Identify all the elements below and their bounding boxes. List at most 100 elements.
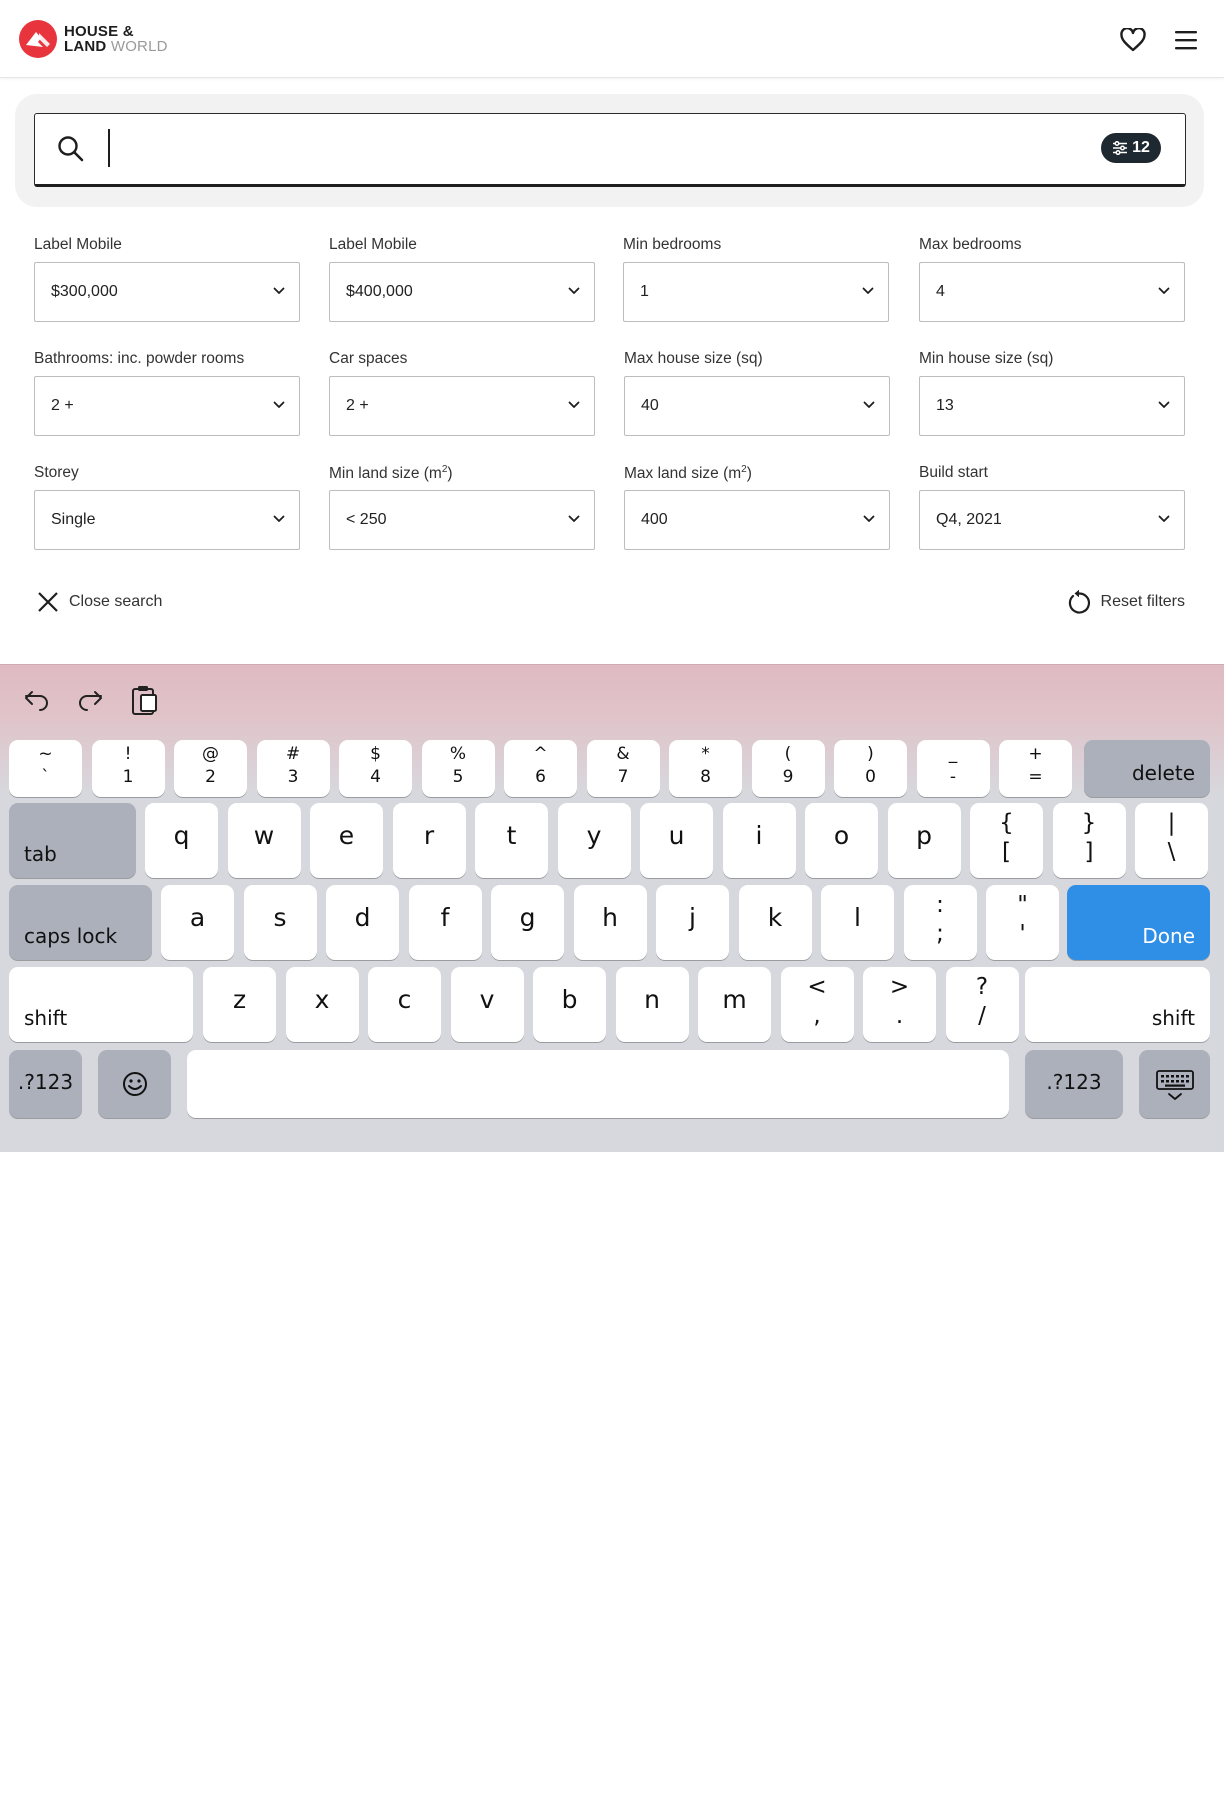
- key-g[interactable]: g: [491, 885, 564, 960]
- key-z[interactable]: z: [203, 967, 276, 1042]
- key-a[interactable]: a: [161, 885, 234, 960]
- key[interactable]: }]: [1052, 803, 1126, 878]
- key-char: f: [440, 903, 450, 932]
- filter-select[interactable]: Single: [34, 490, 300, 550]
- undo-icon[interactable]: [21, 684, 53, 716]
- filter-select[interactable]: $300,000: [34, 262, 300, 322]
- key-r[interactable]: r: [392, 803, 466, 878]
- key[interactable]: ^ 6: [504, 740, 577, 797]
- key-i[interactable]: i: [722, 803, 796, 878]
- filter-select[interactable]: 13: [919, 376, 1185, 436]
- done-key[interactable]: Done: [1067, 885, 1210, 960]
- key-u[interactable]: u: [640, 803, 713, 878]
- filter-select[interactable]: 2 +: [34, 376, 300, 436]
- key[interactable]: ! 1: [91, 740, 165, 797]
- key[interactable]: @2: [174, 740, 247, 797]
- filter-select[interactable]: $400,000: [329, 262, 595, 322]
- numbers-key[interactable]: .?123: [9, 1050, 82, 1118]
- filter-select[interactable]: 400: [624, 490, 890, 550]
- key-char: h: [602, 903, 618, 932]
- key-char: a: [189, 903, 206, 932]
- filter-label-text: Max bedrooms: [919, 236, 1022, 253]
- key[interactable]: | \: [1135, 803, 1208, 878]
- key[interactable]: % 5: [421, 740, 495, 797]
- close-search-button[interactable]: Close search: [37, 591, 162, 613]
- filter-select[interactable]: < 250: [329, 490, 595, 550]
- key[interactable]: {[: [970, 803, 1043, 878]
- key-char: `: [41, 767, 50, 787]
- key-p[interactable]: p: [887, 803, 961, 878]
- filter-select[interactable]: 1: [623, 262, 889, 322]
- reset-filters-button[interactable]: Reset filters: [1067, 589, 1185, 615]
- key[interactable]: ~ `: [9, 740, 82, 797]
- key[interactable]: * 8: [669, 740, 742, 797]
- key[interactable]: + =: [999, 740, 1072, 797]
- shift-right-key[interactable]: shift: [1025, 967, 1210, 1042]
- shift-label: shift: [1151, 1006, 1195, 1030]
- key-b[interactable]: b: [533, 967, 606, 1042]
- menu-icon[interactable]: [1172, 26, 1200, 54]
- filter-select[interactable]: 2 +: [329, 376, 595, 436]
- search-input[interactable]: [120, 130, 1020, 168]
- key[interactable]: ) 0: [834, 740, 907, 797]
- key[interactable]: & 7: [586, 740, 660, 797]
- key-x[interactable]: x: [285, 967, 359, 1042]
- key-t[interactable]: t: [475, 803, 548, 878]
- key-w[interactable]: w: [227, 803, 301, 878]
- filter-count-button[interactable]: 12: [1101, 133, 1161, 163]
- key-e[interactable]: e: [310, 803, 383, 878]
- paste-icon[interactable]: [128, 684, 160, 716]
- close-icon: [38, 592, 58, 612]
- key[interactable]: ? /: [945, 967, 1019, 1042]
- redo-icon[interactable]: [74, 684, 106, 716]
- key-m[interactable]: m: [698, 967, 771, 1042]
- filter-value: 2 +: [346, 397, 369, 414]
- heart-icon[interactable]: [1119, 26, 1147, 54]
- key-l[interactable]: l: [821, 885, 894, 960]
- search-panel: 12: [15, 94, 1204, 207]
- key[interactable]: #3: [256, 740, 330, 797]
- key[interactable]: >.: [863, 967, 936, 1042]
- key[interactable]: " ': [986, 885, 1059, 960]
- emoji-key[interactable]: [98, 1050, 171, 1118]
- logo[interactable]: HOUSE & LAND WORLD: [19, 20, 168, 58]
- key-f[interactable]: f: [408, 885, 482, 960]
- tab-key[interactable]: tab: [9, 803, 136, 878]
- key-k[interactable]: k: [738, 885, 812, 960]
- search-box[interactable]: 12: [34, 113, 1186, 187]
- key[interactable]: _ -: [916, 740, 990, 797]
- chevron-down-icon: [273, 515, 285, 522]
- filter-count: 12: [1132, 139, 1150, 156]
- key-j[interactable]: j: [656, 885, 729, 960]
- delete-key[interactable]: delete: [1084, 740, 1210, 797]
- shift-left-key[interactable]: shift: [9, 967, 193, 1042]
- key-y[interactable]: y: [557, 803, 631, 878]
- key[interactable]: :;: [903, 885, 977, 960]
- key-s[interactable]: s: [243, 885, 317, 960]
- key-shift-char: @: [202, 744, 219, 764]
- key-o[interactable]: o: [805, 803, 878, 878]
- caps-lock-key[interactable]: caps lock: [9, 885, 152, 960]
- numbers-key-right[interactable]: .?123: [1025, 1050, 1123, 1118]
- filter-select[interactable]: 4: [919, 262, 1185, 322]
- key[interactable]: <,: [780, 967, 854, 1042]
- key-char: =: [1028, 767, 1043, 787]
- key-c[interactable]: c: [368, 967, 441, 1042]
- filter-select[interactable]: 40: [624, 376, 890, 436]
- key-shift-char: |: [1167, 810, 1176, 836]
- key-h[interactable]: h: [573, 885, 647, 960]
- emoji-icon: [123, 1072, 147, 1096]
- key-q[interactable]: q: [145, 803, 218, 878]
- key-shift-char: ?: [975, 974, 989, 1000]
- space-key[interactable]: [187, 1050, 1009, 1118]
- hide-keyboard-key[interactable]: [1139, 1050, 1210, 1118]
- key-char: g: [519, 903, 536, 932]
- key[interactable]: (9: [751, 740, 825, 797]
- key[interactable]: $4: [339, 740, 412, 797]
- key-v[interactable]: v: [450, 967, 524, 1042]
- key-shift-char: ): [867, 744, 874, 764]
- filter-value: < 250: [346, 511, 387, 528]
- key-d[interactable]: d: [326, 885, 399, 960]
- key-n[interactable]: n: [615, 967, 689, 1042]
- filter-select[interactable]: Q4, 2021: [919, 490, 1185, 550]
